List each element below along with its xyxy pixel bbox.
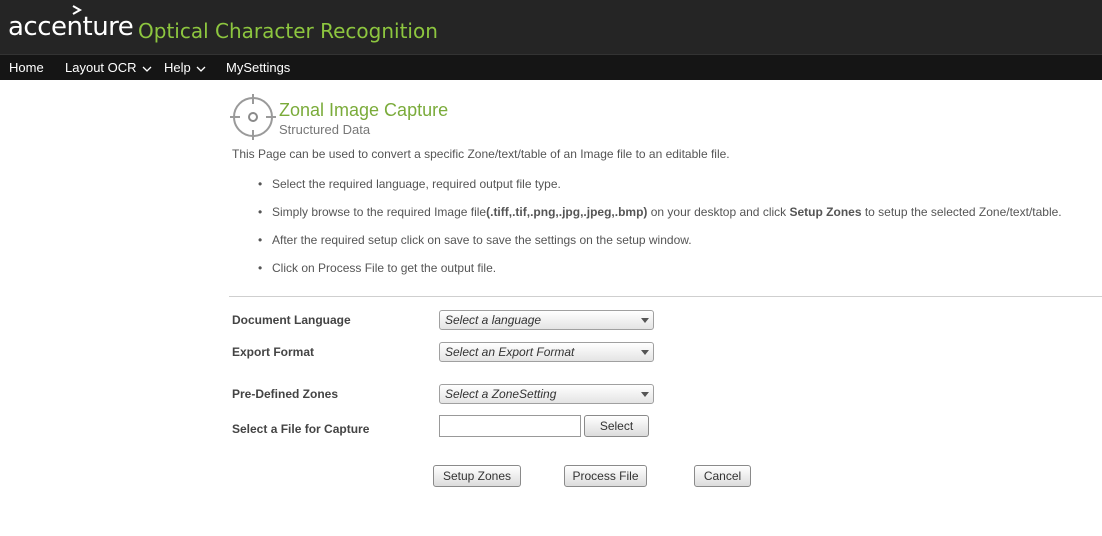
list-item: After the required setup click on save t…	[258, 232, 1062, 260]
section-divider	[229, 296, 1102, 297]
setup-zones-button[interactable]: Setup Zones	[433, 465, 521, 487]
cancel-button[interactable]: Cancel	[694, 465, 751, 487]
select-value: Select an Export Format	[445, 345, 575, 359]
nav-item-mysettings[interactable]: MySettings	[226, 55, 290, 80]
list-item: Select the required language, required o…	[258, 176, 1062, 204]
file-path-input[interactable]	[439, 415, 581, 437]
select-value: Select a language	[445, 313, 542, 327]
logo-chevron-icon	[72, 5, 83, 15]
dropdown-arrow-icon	[641, 318, 649, 323]
dropdown-arrow-icon	[641, 392, 649, 397]
nav-item-label: Help	[164, 60, 191, 75]
select-file-button[interactable]: Select	[584, 415, 649, 437]
pre-defined-zones-select[interactable]: Select a ZoneSetting	[439, 384, 654, 404]
nav-item-help[interactable]: Help	[164, 55, 206, 80]
main-navigation: Home Layout OCR Help MySettings	[0, 54, 1102, 80]
page-subtitle: Structured Data	[279, 122, 371, 137]
file-capture-label: Select a File for Capture	[232, 422, 370, 436]
nav-item-home[interactable]: Home	[9, 55, 44, 80]
instructions-list: Select the required language, required o…	[258, 176, 1062, 288]
export-format-select[interactable]: Select an Export Format	[439, 342, 654, 362]
chevron-down-icon	[142, 66, 152, 72]
select-value: Select a ZoneSetting	[445, 387, 557, 401]
pre-defined-zones-label: Pre-Defined Zones	[232, 387, 339, 401]
list-item: Simply browse to the required Image file…	[258, 204, 1062, 232]
dropdown-arrow-icon	[641, 350, 649, 355]
page-title: Zonal Image Capture	[279, 100, 449, 120]
app-header: accenture Optical Character Recognition	[0, 0, 1102, 54]
nav-item-layout-ocr[interactable]: Layout OCR	[65, 55, 152, 80]
document-language-select[interactable]: Select a language	[439, 310, 654, 330]
nav-item-label: MySettings	[226, 60, 291, 75]
export-format-label: Export Format	[232, 345, 315, 359]
document-language-label: Document Language	[232, 313, 351, 327]
nav-item-label: Home	[9, 60, 44, 75]
list-item: Click on Process File to get the output …	[258, 260, 1062, 288]
page-intro-text: This Page can be used to convert a speci…	[232, 147, 730, 161]
chevron-down-icon	[196, 66, 206, 72]
nav-item-label: Layout OCR	[65, 60, 137, 75]
crosshair-target-icon	[230, 94, 276, 140]
app-title: Optical Character Recognition	[138, 19, 438, 43]
accenture-logo[interactable]: accenture	[8, 12, 134, 42]
process-file-button[interactable]: Process File	[564, 465, 647, 487]
